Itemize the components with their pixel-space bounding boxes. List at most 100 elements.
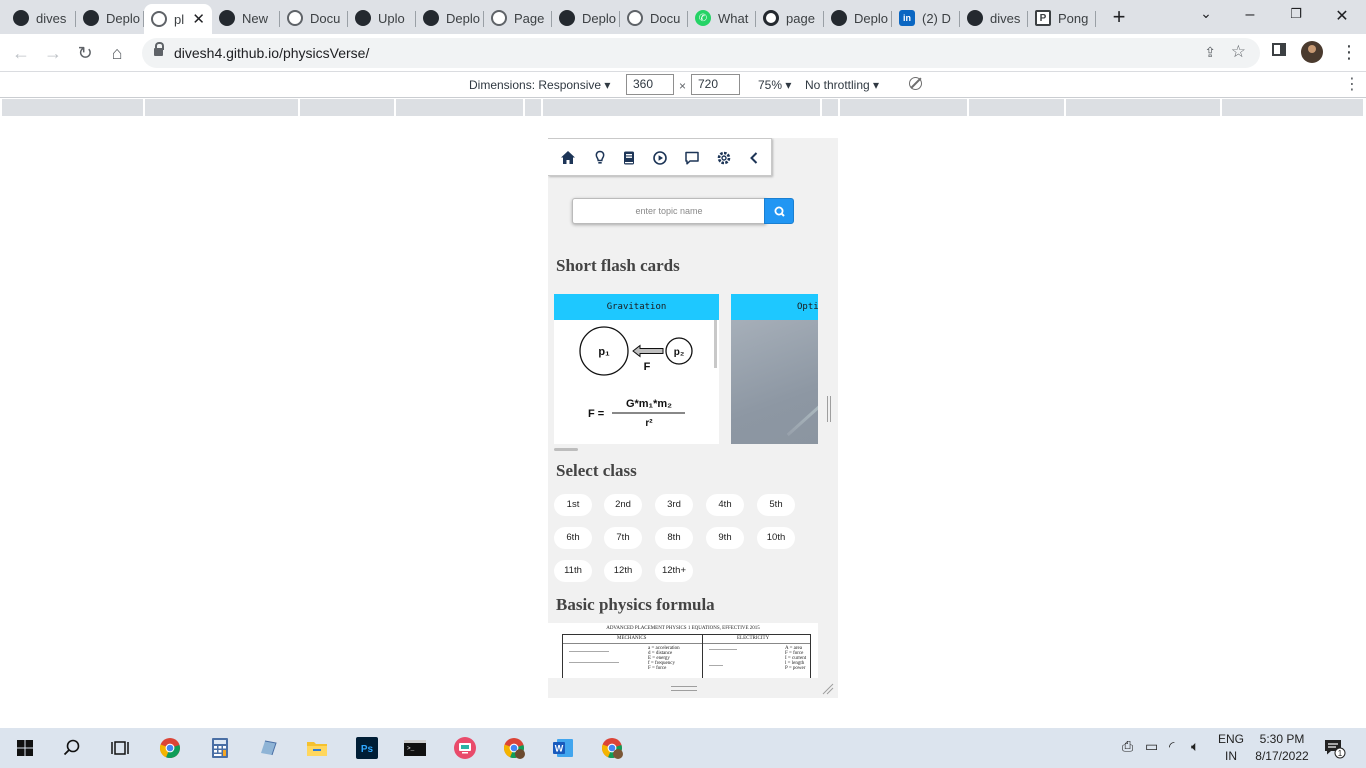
search-button[interactable] [764, 198, 794, 224]
browser-tab[interactable]: ✆ What [688, 4, 756, 32]
calculator-icon[interactable] [208, 736, 232, 760]
screen-app-icon[interactable] [453, 736, 477, 760]
media-query-segment[interactable] [1066, 99, 1221, 116]
windows-start-icon[interactable] [13, 736, 37, 760]
browser-tab[interactable]: Page [484, 4, 552, 32]
class-button-1st[interactable]: 1st [554, 494, 592, 516]
device-height-input[interactable]: 720 [691, 74, 740, 95]
browser-tab[interactable]: Docu [620, 4, 688, 32]
close-tab-icon[interactable]: ✕ [192, 10, 205, 28]
new-tab-button[interactable]: + [1108, 6, 1130, 29]
browser-tab[interactable]: Deplo [76, 4, 144, 32]
browser-tab[interactable]: Uplo [348, 4, 416, 32]
bookmark-star-icon[interactable]: ☆ [1231, 42, 1246, 62]
class-button-5th[interactable]: 5th [757, 494, 795, 516]
media-query-segment[interactable] [840, 99, 968, 116]
browser-tab[interactable]: Deplo [552, 4, 620, 32]
formula-sheet-image[interactable]: ADVANCED PLACEMENT PHYSICS 1 EQUATIONS, … [548, 623, 818, 678]
address-bar[interactable]: divesh4.github.io/physicsVerse/ ⇪ ☆ [142, 38, 1260, 68]
address-url[interactable]: divesh4.github.io/physicsVerse/ [174, 45, 369, 61]
browser-tab[interactable]: Docu [280, 4, 348, 32]
zoom-dropdown[interactable]: 75% ▾ [758, 78, 791, 92]
notification-center-icon[interactable]: 1 [1322, 736, 1346, 760]
media-query-segment[interactable] [822, 99, 839, 116]
media-query-segment[interactable] [525, 99, 542, 116]
viewport-height-resize-handle[interactable] [671, 686, 697, 691]
browser-tab[interactable]: Deplo [416, 4, 484, 32]
browser-tab[interactable]: Deplo [824, 4, 892, 32]
browser-tab[interactable]: in (2) D [892, 4, 960, 32]
volume-icon[interactable]: 🔈︎ [1191, 738, 1199, 755]
media-query-segment[interactable] [1222, 99, 1364, 116]
browser-tab[interactable]: New [212, 4, 280, 32]
back-button[interactable]: ← [10, 42, 32, 64]
class-button-10th[interactable]: 10th [757, 527, 795, 549]
media-query-segment[interactable] [2, 99, 144, 116]
viewport-corner-resize-handle[interactable] [822, 683, 834, 695]
class-button-4th[interactable]: 4th [706, 494, 744, 516]
meet-now-icon[interactable]: ⎙ [1122, 738, 1133, 755]
close-window-button[interactable]: ✕ [1332, 6, 1352, 26]
book-icon[interactable] [621, 150, 637, 166]
side-panel-icon[interactable] [1272, 43, 1286, 56]
file-explorer-icon[interactable] [305, 736, 329, 760]
class-button-3rd[interactable]: 3rd [655, 494, 693, 516]
browser-tab[interactable]: dives [960, 4, 1028, 32]
input-language[interactable]: ENG IN [1216, 731, 1246, 765]
play-icon[interactable] [652, 150, 668, 166]
restore-button[interactable]: ❐ [1286, 6, 1306, 22]
media-query-segment[interactable] [543, 99, 821, 116]
media-query-segment[interactable] [969, 99, 1065, 116]
wifi-icon[interactable]: ◜ [1169, 738, 1174, 755]
home-button[interactable]: ⌂ [106, 42, 128, 64]
chrome-profile-icon-2[interactable] [600, 736, 624, 760]
share-icon[interactable]: ⇪ [1204, 44, 1216, 61]
search-icon[interactable] [60, 736, 84, 760]
class-button-6th[interactable]: 6th [554, 527, 592, 549]
class-button-2nd[interactable]: 2nd [604, 494, 642, 516]
carousel-scrollbar[interactable] [554, 448, 578, 451]
media-query-segment[interactable] [300, 99, 395, 116]
topic-search-input[interactable] [572, 198, 766, 224]
settings-icon[interactable] [716, 150, 732, 166]
class-button-12th[interactable]: 12th [604, 560, 642, 582]
rotate-icon[interactable] [909, 77, 922, 90]
forward-button[interactable]: → [42, 42, 64, 64]
home-icon[interactable] [560, 150, 576, 166]
system-clock[interactable]: 5:30 PM 8/17/2022 [1252, 731, 1312, 765]
media-query-segment[interactable] [145, 99, 299, 116]
terminal-icon[interactable]: >_ [403, 736, 427, 760]
device-width-input[interactable]: 360 [626, 74, 674, 95]
tab-search-icon[interactable]: ⌄ [1196, 5, 1216, 22]
task-view-icon[interactable] [108, 736, 132, 760]
battery-icon[interactable]: ▭ [1145, 738, 1158, 755]
lightbulb-icon[interactable] [592, 150, 608, 166]
flash-card[interactable]: Opti [731, 294, 818, 444]
throttling-dropdown[interactable]: No throttling ▾ [805, 78, 879, 92]
photoshop-icon[interactable]: Ps [355, 736, 379, 760]
minimize-button[interactable]: – [1240, 6, 1260, 24]
virtualbox-icon[interactable] [256, 736, 280, 760]
chat-icon[interactable] [684, 150, 700, 166]
class-button-12th-plus[interactable]: 12th+ [655, 560, 693, 582]
flash-card[interactable]: Gravitation p₁ p₂ F F = G*m₁*m₂ r² [554, 294, 719, 444]
dimensions-dropdown[interactable]: Dimensions: Responsive ▾ [469, 78, 610, 92]
lock-icon[interactable] [154, 42, 164, 57]
browser-tab[interactable]: page [756, 4, 824, 32]
reload-button[interactable]: ↻ [74, 42, 96, 64]
class-button-11th[interactable]: 11th [554, 560, 592, 582]
flash-cards-carousel[interactable]: Gravitation p₁ p₂ F F = G*m₁*m₂ r² Opti [548, 293, 818, 453]
device-more-icon[interactable]: ⋮ [1344, 74, 1360, 94]
class-button-9th[interactable]: 9th [706, 527, 744, 549]
browser-tab-active[interactable]: pl ✕ [144, 4, 212, 34]
profile-avatar[interactable] [1301, 41, 1323, 63]
class-button-8th[interactable]: 8th [655, 527, 693, 549]
browser-tab[interactable]: dives [6, 4, 76, 32]
viewport-scroll-thumb[interactable] [827, 396, 831, 422]
chrome-profile-icon[interactable] [502, 736, 526, 760]
media-query-segment[interactable] [396, 99, 524, 116]
browser-tab[interactable]: P Pong [1028, 4, 1096, 32]
chrome-icon[interactable] [158, 736, 182, 760]
class-button-7th[interactable]: 7th [604, 527, 642, 549]
word-icon[interactable]: W [551, 736, 575, 760]
